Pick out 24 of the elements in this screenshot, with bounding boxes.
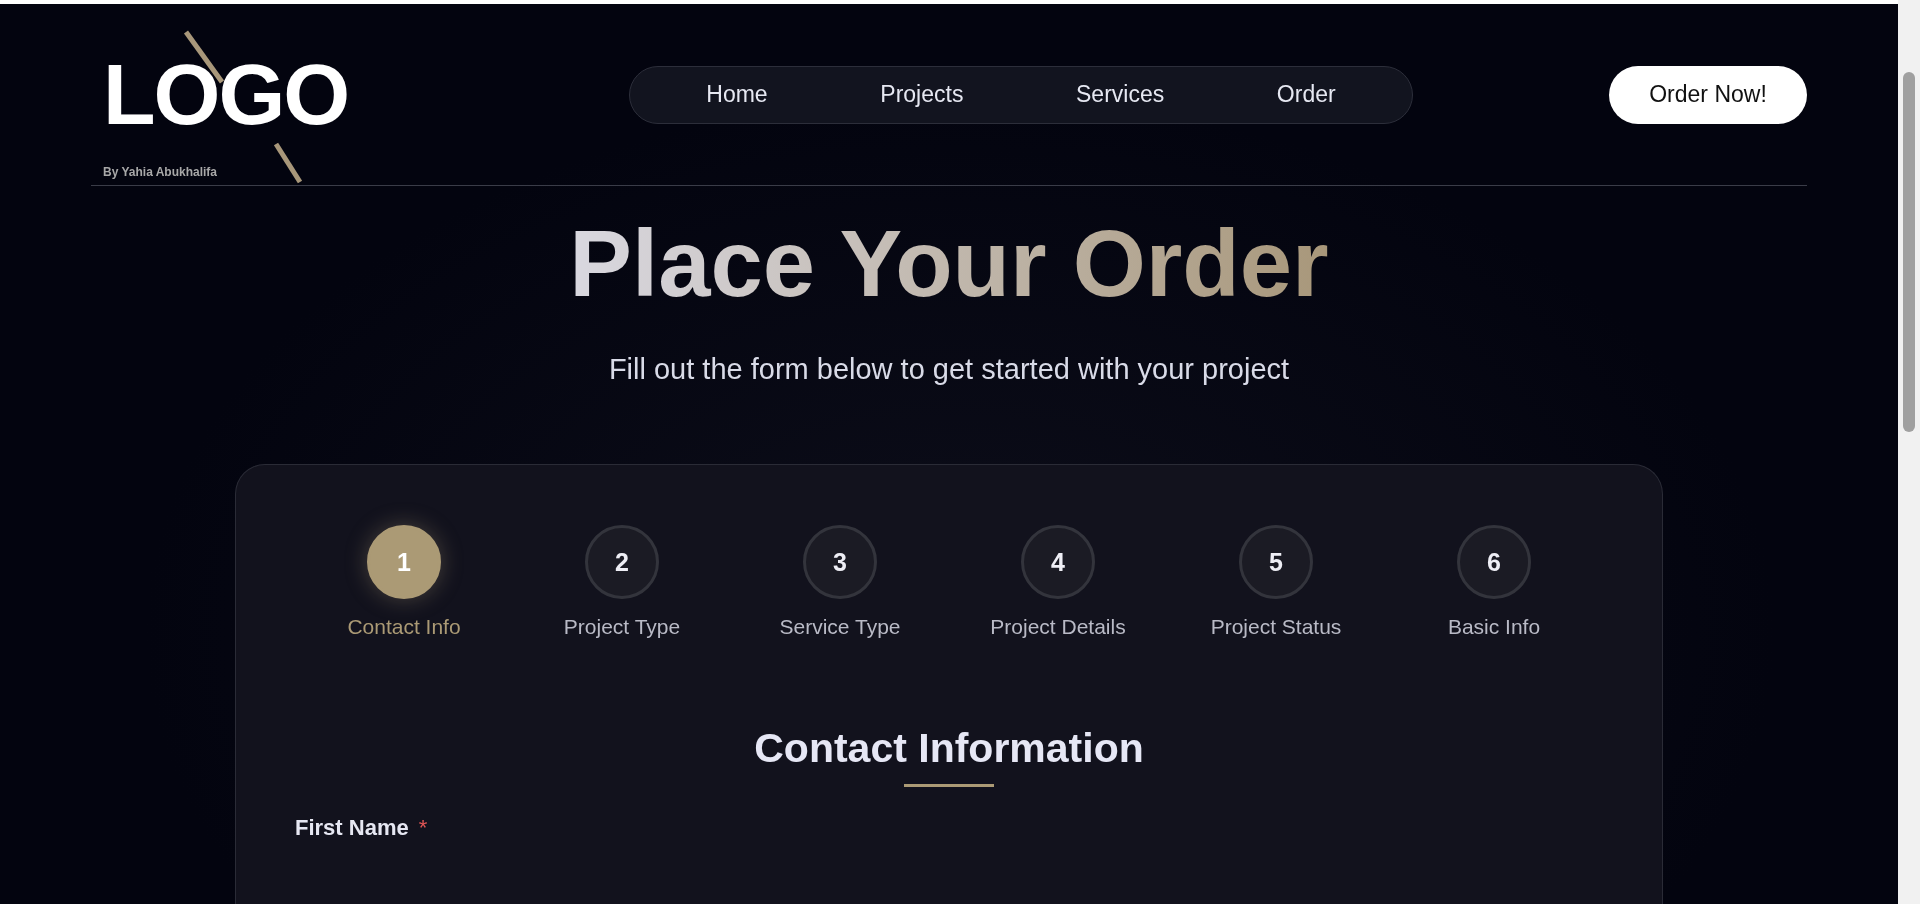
field-label: First Name: [295, 815, 409, 841]
step-label: Basic Info: [1447, 615, 1541, 640]
step-circle[interactable]: 6: [1457, 525, 1531, 600]
step-label: Project Type: [563, 615, 681, 640]
nav-link[interactable]: Order: [1266, 75, 1346, 114]
nav-link[interactable]: Projects: [870, 75, 974, 114]
step-label: Contact Info: [347, 615, 461, 640]
step-label: Service Type: [779, 615, 901, 640]
section-title: Contact Information: [754, 725, 1144, 773]
step-circle[interactable]: 4: [1021, 525, 1095, 600]
order-now-button[interactable]: Order Now!: [1609, 65, 1807, 124]
logo-byline: By Yahia Abukhalifa: [103, 164, 218, 179]
logo-slash-icon: [273, 140, 303, 185]
logo[interactable]: LOGO: [103, 50, 349, 137]
scrollbar[interactable]: [1898, 0, 1920, 904]
step-label: Project Status: [1210, 615, 1342, 640]
required-mark: *: [418, 815, 428, 841]
step-circle[interactable]: 5: [1239, 525, 1313, 600]
step-circle[interactable]: 3: [803, 525, 877, 600]
page-subtitle: Fill out the form below to get started with your project: [608, 353, 1290, 387]
nav-link[interactable]: Home: [696, 75, 778, 114]
step-label: Project Details: [990, 615, 1126, 640]
step-circle[interactable]: 2: [585, 525, 659, 600]
nav-link[interactable]: Services: [1066, 75, 1175, 114]
